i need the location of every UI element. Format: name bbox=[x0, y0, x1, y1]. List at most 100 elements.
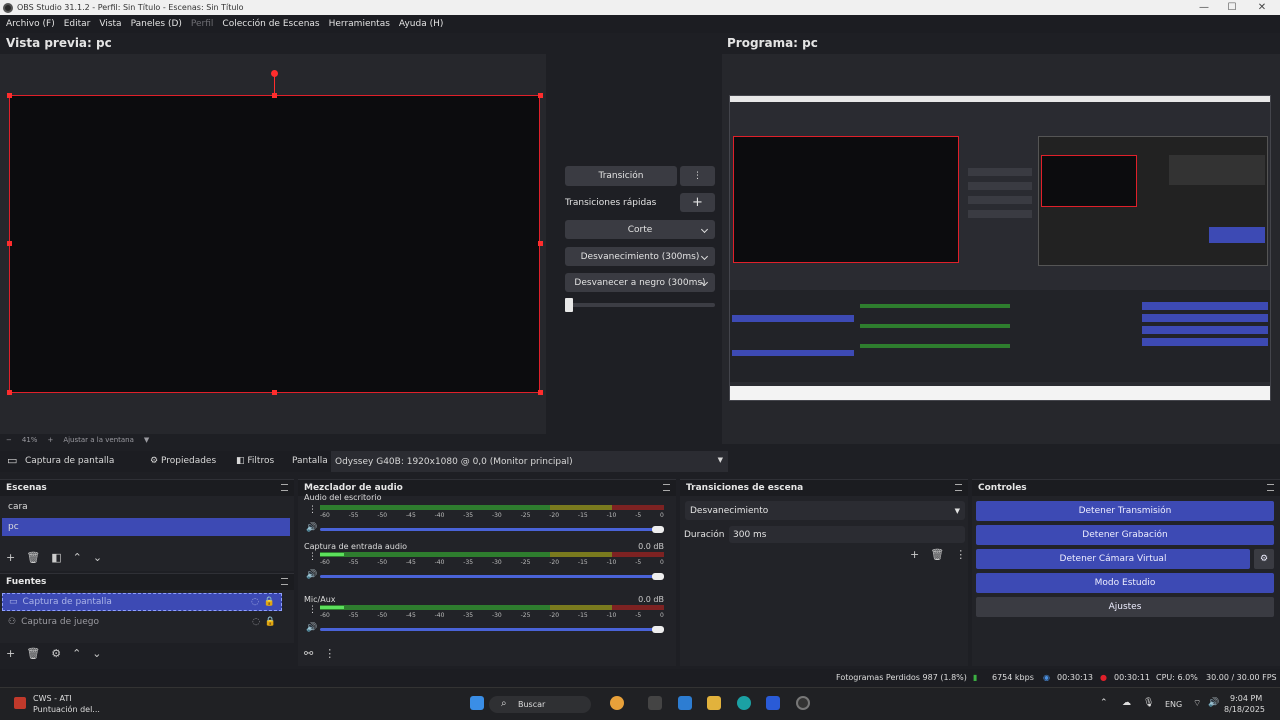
move-up-icon[interactable]: ⌃ bbox=[72, 647, 81, 660]
clock-date[interactable]: 8/18/2025 bbox=[1224, 705, 1265, 714]
visibility-icon[interactable]: ◌ bbox=[251, 597, 259, 607]
volume-slider-handle[interactable] bbox=[652, 626, 664, 633]
channel-menu-icon[interactable]: ⋮ bbox=[308, 605, 317, 615]
widget-title[interactable]: CWS - ATI bbox=[33, 694, 72, 703]
wifi-icon[interactable]: ⌔ bbox=[1193, 698, 1201, 709]
channel-menu-icon[interactable]: ⋮ bbox=[308, 505, 317, 515]
add-transition-icon[interactable]: + bbox=[910, 548, 919, 561]
copilot-app-icon[interactable] bbox=[678, 696, 692, 710]
volume-slider-handle[interactable] bbox=[652, 573, 664, 580]
speaker-icon[interactable]: 🔊 bbox=[306, 570, 317, 580]
stop-recording-button[interactable]: Detener Grabación bbox=[976, 525, 1274, 545]
settings-button[interactable]: Ajustes bbox=[976, 597, 1274, 617]
resize-handle-b[interactable] bbox=[272, 390, 277, 395]
store-icon[interactable] bbox=[766, 696, 780, 710]
move-down-icon[interactable]: ⌄ bbox=[93, 551, 102, 564]
preview-canvas[interactable] bbox=[9, 95, 540, 393]
resize-handle-br[interactable] bbox=[538, 390, 543, 395]
widget-icon[interactable] bbox=[14, 697, 26, 709]
fit-window-label[interactable]: Ajustar a la ventana bbox=[63, 436, 134, 444]
file-explorer-icon[interactable] bbox=[707, 696, 721, 710]
menu-coleccion-escenas[interactable]: Colección de Escenas bbox=[222, 19, 319, 29]
quick-transition-fade[interactable]: Desvanecimiento (300ms) bbox=[565, 247, 715, 266]
add-scene-icon[interactable]: + bbox=[6, 551, 15, 564]
chevron-down-icon[interactable]: ▼ bbox=[144, 436, 149, 444]
virtual-camera-settings-button[interactable]: ⚙ bbox=[1254, 549, 1274, 569]
resize-handle-l[interactable] bbox=[7, 241, 12, 246]
menu-herramientas[interactable]: Herramientas bbox=[329, 19, 390, 29]
task-view-icon[interactable] bbox=[648, 696, 662, 710]
studio-mode-button[interactable]: Modo Estudio bbox=[976, 573, 1274, 593]
kebab-icon[interactable]: ⋮ bbox=[324, 647, 335, 660]
stop-stream-button[interactable]: Detener Transmisión bbox=[976, 501, 1274, 521]
lock-icon[interactable]: 🔒 bbox=[265, 617, 276, 627]
properties-button[interactable]: ⚙ Propiedades bbox=[150, 456, 216, 466]
dock-menu-icon[interactable] bbox=[281, 484, 288, 491]
display-select[interactable]: Odyssey G40B: 1920x1080 @ 0,0 (Monitor p… bbox=[331, 451, 728, 472]
scene-item[interactable]: cara bbox=[2, 498, 290, 516]
kebab-icon[interactable]: ⋮ bbox=[955, 548, 966, 561]
menu-perfil[interactable]: Perfil bbox=[191, 19, 214, 29]
move-up-icon[interactable]: ⌃ bbox=[73, 551, 82, 564]
clock-time[interactable]: 9:04 PM bbox=[1230, 694, 1262, 703]
transition-menu-button[interactable]: ⋮ bbox=[680, 166, 715, 186]
rotation-handle[interactable] bbox=[271, 70, 278, 77]
zoom-out-button[interactable]: − bbox=[6, 436, 12, 444]
copilot-icon[interactable] bbox=[610, 696, 624, 710]
remove-scene-icon[interactable]: 🗑 bbox=[26, 551, 40, 564]
add-quick-transition-button[interactable]: + bbox=[680, 193, 715, 212]
menu-ayuda[interactable]: Ayuda (H) bbox=[399, 19, 443, 29]
windows-start-icon[interactable] bbox=[470, 696, 484, 710]
add-source-icon[interactable]: + bbox=[6, 647, 15, 660]
source-item[interactable]: ▭ Captura de pantalla ◌ 🔒 bbox=[2, 593, 282, 611]
menu-editar[interactable]: Editar bbox=[64, 19, 91, 29]
obs-taskbar-icon[interactable] bbox=[796, 696, 810, 710]
source-item[interactable]: ⚇ Captura de juego ◌ 🔒 bbox=[2, 613, 282, 631]
move-down-icon[interactable]: ⌄ bbox=[92, 647, 101, 660]
filters-button[interactable]: ◧ Filtros bbox=[236, 456, 274, 466]
scene-item[interactable]: pc bbox=[2, 518, 290, 536]
volume-slider-handle[interactable] bbox=[652, 526, 664, 533]
resize-handle-r[interactable] bbox=[538, 241, 543, 246]
lock-icon[interactable]: 🔒 bbox=[264, 597, 275, 607]
menu-vista[interactable]: Vista bbox=[99, 19, 121, 29]
chevron-up-icon[interactable]: ⌃ bbox=[1100, 698, 1108, 708]
tbar-handle[interactable] bbox=[565, 298, 573, 312]
language-indicator[interactable]: ENG bbox=[1165, 700, 1182, 709]
duration-spinbox[interactable]: 300 ms bbox=[729, 526, 965, 543]
cloud-icon[interactable]: ☁ bbox=[1122, 698, 1131, 708]
resize-handle-tr[interactable] bbox=[538, 93, 543, 98]
volume-slider[interactable] bbox=[320, 628, 664, 631]
dock-menu-icon[interactable] bbox=[281, 578, 288, 585]
speaker-icon[interactable]: 🔊 bbox=[306, 623, 317, 633]
menu-archivo[interactable]: Archivo (F) bbox=[6, 19, 55, 29]
stop-virtual-camera-button[interactable]: Detener Cámara Virtual bbox=[976, 549, 1250, 569]
resize-handle-t[interactable] bbox=[272, 93, 277, 98]
remove-source-icon[interactable]: 🗑 bbox=[26, 647, 40, 660]
quick-transition-cut[interactable]: Corte bbox=[565, 220, 715, 239]
volume-slider[interactable] bbox=[320, 575, 664, 578]
volume-icon[interactable]: 🔊 bbox=[1208, 698, 1219, 708]
source-properties-icon[interactable]: ⚙ bbox=[51, 647, 61, 660]
edge-icon[interactable] bbox=[737, 696, 751, 710]
dock-menu-icon[interactable] bbox=[1267, 484, 1274, 491]
quick-transition-fade-black[interactable]: Desvanecer a negro (300ms) bbox=[565, 273, 715, 292]
remove-transition-icon[interactable]: 🗑 bbox=[930, 548, 944, 561]
close-button[interactable]: ✕ bbox=[1244, 0, 1280, 15]
mic-icon[interactable]: 🎙 bbox=[1143, 698, 1154, 708]
visibility-icon[interactable]: ◌ bbox=[252, 617, 260, 627]
resize-handle-tl[interactable] bbox=[7, 93, 12, 98]
volume-slider[interactable] bbox=[320, 528, 664, 531]
scene-filters-icon[interactable]: ◧ bbox=[51, 551, 61, 564]
dock-menu-icon[interactable] bbox=[663, 484, 670, 491]
channel-menu-icon[interactable]: ⋮ bbox=[308, 552, 317, 562]
resize-handle-bl[interactable] bbox=[7, 390, 12, 395]
zoom-in-button[interactable]: + bbox=[47, 436, 53, 444]
dock-menu-icon[interactable] bbox=[955, 484, 962, 491]
transition-select[interactable]: Desvanecimiento ▼ bbox=[685, 501, 965, 520]
link-icon[interactable]: ⚯ bbox=[304, 647, 313, 660]
menu-paneles[interactable]: Paneles (D) bbox=[131, 19, 182, 29]
transition-button[interactable]: Transición bbox=[565, 166, 677, 186]
tbar-track[interactable] bbox=[565, 303, 715, 307]
speaker-icon[interactable]: 🔊 bbox=[306, 523, 317, 533]
